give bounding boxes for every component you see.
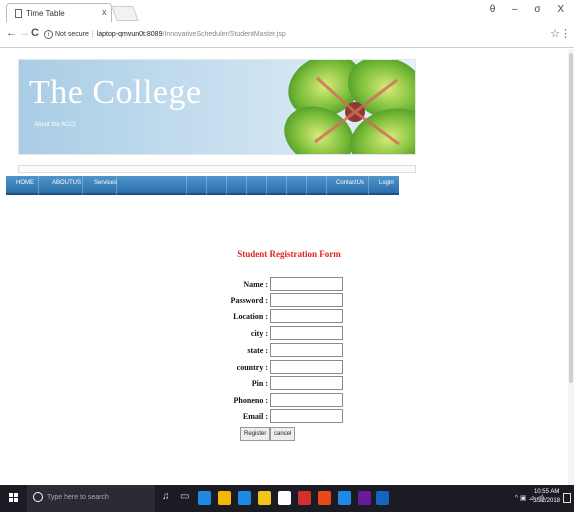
chrome-icon[interactable] — [218, 491, 231, 505]
city-field[interactable] — [270, 326, 343, 340]
mail-icon[interactable] — [278, 491, 291, 505]
microphone-icon[interactable]: ♫ — [162, 491, 170, 502]
user-profile-icon[interactable]: θ — [490, 4, 496, 15]
cortana-icon — [33, 492, 43, 502]
app-icon-purple[interactable] — [358, 491, 371, 505]
site-subtitle-link[interactable]: About the ACCI — [34, 122, 75, 128]
state-field[interactable] — [270, 343, 343, 357]
field-label: Pin : — [251, 379, 268, 388]
form-row-password: Password : — [0, 293, 574, 309]
window-controls: θ – σ X — [476, 4, 564, 15]
url-host: laptop-qmvun0t:8089 — [96, 31, 163, 38]
form-row-email: Email : — [0, 409, 574, 425]
form-row-city: city : — [0, 326, 574, 342]
site-nav-bar: HOME ABOUTUS Services ContactUs Login — [6, 176, 399, 195]
form-row-phoneno: Phoneno : — [0, 393, 574, 409]
country-field[interactable] — [270, 360, 343, 374]
address-bar: ← → C i Not secure | laptop-qmvun0t:8089/In… — [0, 22, 574, 48]
app-icon-orange[interactable] — [318, 491, 331, 505]
browser-tab-strip: Time Table x θ – σ X — [0, 0, 574, 22]
register-button[interactable]: Register — [240, 427, 271, 441]
security-label: Not secure — [55, 31, 89, 38]
screen: Time Table x θ – σ X ← → C i Not secure | l… — [0, 0, 574, 512]
field-label: state : — [247, 346, 268, 355]
field-label: Phoneno : — [233, 396, 268, 405]
back-button[interactable]: ← — [6, 27, 17, 39]
email-field[interactable] — [270, 409, 343, 423]
field-label: country : — [236, 363, 268, 372]
restore-button[interactable]: σ — [534, 4, 540, 15]
app-icon-word[interactable] — [376, 491, 389, 505]
tab-close-icon[interactable]: x — [102, 7, 107, 17]
browser-menu-icon[interactable]: ⋮ — [560, 27, 571, 40]
location-field[interactable] — [270, 309, 343, 323]
field-label: Email : — [242, 412, 268, 421]
nav-home[interactable]: HOME — [16, 180, 34, 186]
password-field[interactable] — [270, 293, 343, 307]
close-window-button[interactable]: X — [557, 4, 564, 15]
form-row-name: Name : — [0, 277, 574, 293]
scrollbar-thumb[interactable] — [569, 53, 573, 383]
url-path: /InnovativeScheduler/StudentMaster.jsp — [162, 31, 286, 38]
phoneno-field[interactable] — [270, 393, 343, 407]
banner-divider — [18, 165, 416, 173]
tab-title: Time Table — [26, 9, 65, 18]
info-icon[interactable]: i — [44, 29, 53, 39]
forward-button[interactable]: → — [19, 27, 30, 39]
page-icon — [15, 9, 22, 18]
app-icon-red[interactable] — [298, 491, 311, 505]
clover-image — [284, 60, 415, 154]
bookmark-star-icon[interactable]: ☆ — [550, 27, 560, 40]
form-row-pin: Pin : — [0, 376, 574, 392]
windows-taskbar: Type here to search ♫ ▭ ^ ▣ ⊿ ◁) 10:55 A… — [0, 485, 574, 512]
pin-field[interactable] — [270, 376, 343, 390]
url-input[interactable]: i Not secure | laptop-qmvun0t:8089/Innovati… — [44, 26, 562, 43]
clock-date: 3/22/2018 — [533, 498, 560, 504]
notification-icon[interactable] — [563, 493, 571, 503]
site-title: The College — [29, 74, 202, 111]
new-tab-button[interactable] — [111, 6, 139, 21]
file-explorer-icon[interactable] — [238, 491, 251, 505]
field-label: Location : — [233, 312, 268, 321]
edge-icon[interactable] — [198, 491, 211, 505]
form-row-country: country : — [0, 360, 574, 376]
reload-button[interactable]: C — [31, 27, 39, 39]
field-label: Password : — [230, 296, 268, 305]
minimize-button[interactable]: – — [512, 4, 518, 15]
browser-tab[interactable]: Time Table x — [6, 3, 112, 22]
nav-login[interactable]: Login — [379, 180, 394, 186]
field-label: Name : — [243, 280, 268, 289]
store-icon[interactable] — [258, 491, 271, 505]
form-row-location: Location : — [0, 309, 574, 325]
form-title: Student Registration Form — [237, 249, 341, 259]
form-row-state: state : — [0, 343, 574, 359]
name-field[interactable] — [270, 277, 343, 291]
nav-aboutus[interactable]: ABOUTUS — [52, 180, 81, 186]
windows-start-icon[interactable] — [9, 493, 19, 503]
nav-contactus[interactable]: ContactUs — [336, 180, 364, 186]
task-view-icon[interactable]: ▭ — [180, 491, 189, 502]
clock-time: 10:55 AM — [533, 489, 560, 495]
app-icon-blue[interactable] — [338, 491, 351, 505]
field-label: city : — [250, 329, 268, 338]
site-banner: The College About the ACCI — [18, 59, 416, 155]
cancel-button[interactable]: cancel — [270, 427, 296, 441]
search-placeholder: Type here to search — [47, 494, 109, 501]
taskbar-search-input[interactable]: Type here to search — [27, 485, 155, 512]
taskbar-clock[interactable]: 10:55 AM 3/22/2018 — [533, 488, 560, 506]
page-viewport: The College About the ACCI HOME ABOUTUS … — [0, 49, 574, 485]
nav-services[interactable]: Services — [94, 180, 117, 186]
page-scrollbar[interactable] — [568, 49, 574, 485]
